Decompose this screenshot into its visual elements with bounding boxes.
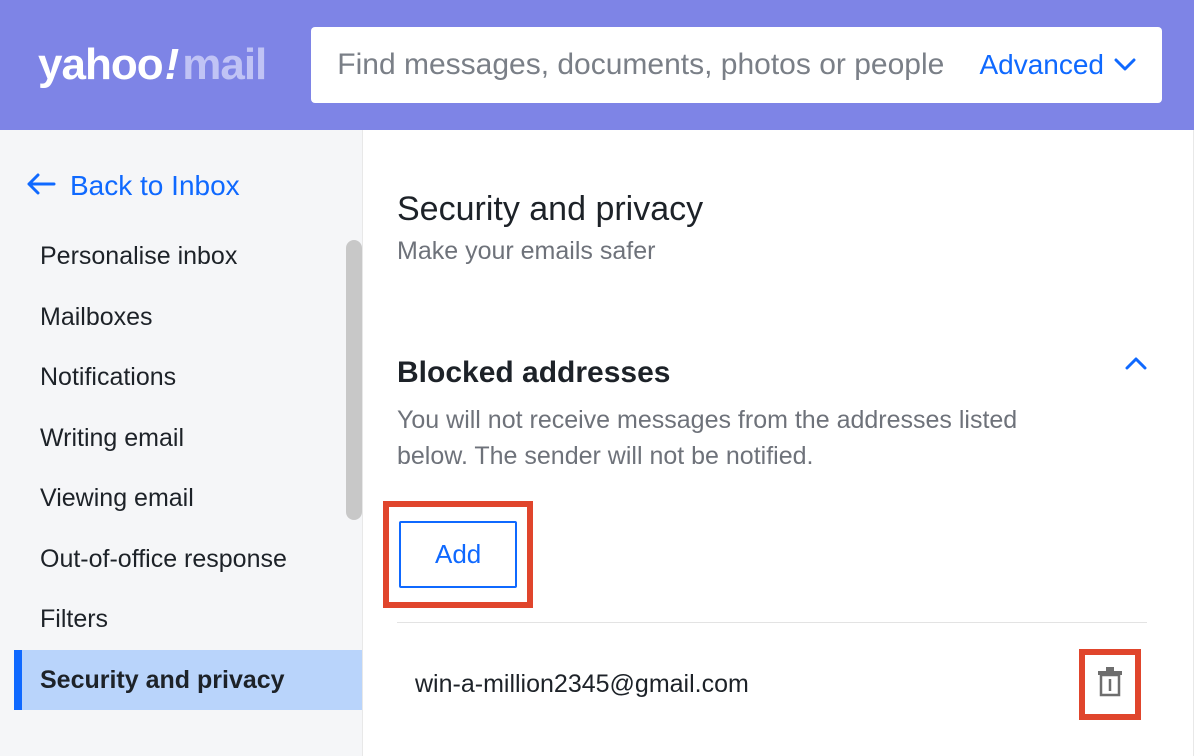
sidebar-item-notifications[interactable]: Notifications	[22, 347, 362, 408]
blocked-addresses-list: win-a-million2345@gmail.com	[397, 622, 1147, 746]
arrow-left-icon	[26, 170, 56, 202]
logo-product: mail	[182, 40, 266, 90]
sidebar-item-security-privacy[interactable]: Security and privacy	[14, 650, 362, 711]
sidebar-item-filters[interactable]: Filters	[22, 589, 362, 650]
add-blocked-address-button[interactable]: Add	[399, 521, 517, 588]
sidebar-items: Personalise inbox Mailboxes Notification…	[0, 226, 362, 710]
sidebar-item-label: Viewing email	[40, 484, 194, 512]
sidebar-item-label: Security and privacy	[40, 666, 285, 694]
search-input[interactable]	[337, 48, 969, 82]
section-description: You will not receive messages from the a…	[397, 402, 1037, 475]
advanced-label: Advanced	[979, 49, 1104, 81]
blocked-email: win-a-million2345@gmail.com	[415, 670, 749, 699]
section-title: Blocked addresses	[397, 356, 670, 390]
app-header: yahoo ! mail Advanced	[0, 0, 1194, 130]
chevron-down-icon	[1114, 58, 1136, 72]
logo-bang: !	[165, 40, 179, 90]
delete-button-highlight	[1079, 649, 1141, 720]
delete-blocked-address-button[interactable]	[1091, 661, 1129, 708]
sidebar-item-writing-email[interactable]: Writing email	[22, 408, 362, 469]
sidebar-item-label: Mailboxes	[40, 303, 153, 331]
blocked-addresses-header[interactable]: Blocked addresses	[397, 356, 1147, 402]
blocked-address-row: win-a-million2345@gmail.com	[397, 623, 1147, 746]
main-panel: Security and privacy Make your emails sa…	[362, 130, 1194, 756]
sidebar-item-out-of-office[interactable]: Out-of-office response	[22, 529, 362, 590]
chevron-up-icon	[1125, 356, 1147, 375]
sidebar-scrollbar[interactable]	[346, 240, 362, 520]
sidebar-item-personalise-inbox[interactable]: Personalise inbox	[22, 226, 362, 287]
back-to-inbox-link[interactable]: Back to Inbox	[0, 160, 362, 226]
page-subtitle: Make your emails safer	[397, 237, 1147, 266]
page-title: Security and privacy	[397, 190, 1147, 229]
content-area: Back to Inbox Personalise inbox Mailboxe…	[0, 130, 1194, 756]
sidebar-item-label: Writing email	[40, 424, 184, 452]
sidebar-item-viewing-email[interactable]: Viewing email	[22, 468, 362, 529]
sidebar-item-label: Filters	[40, 605, 108, 633]
settings-sidebar: Back to Inbox Personalise inbox Mailboxe…	[0, 130, 362, 756]
back-label: Back to Inbox	[70, 170, 240, 202]
trash-icon	[1095, 665, 1125, 704]
logo-brand: yahoo	[38, 40, 163, 90]
advanced-search-link[interactable]: Advanced	[979, 49, 1136, 81]
search-bar: Advanced	[311, 27, 1162, 103]
add-button-highlight: Add	[383, 501, 533, 608]
sidebar-item-mailboxes[interactable]: Mailboxes	[22, 287, 362, 348]
yahoo-mail-logo[interactable]: yahoo ! mail	[38, 40, 266, 90]
sidebar-item-label: Out-of-office response	[40, 545, 287, 573]
sidebar-item-label: Personalise inbox	[40, 242, 237, 270]
sidebar-item-label: Notifications	[40, 363, 176, 391]
